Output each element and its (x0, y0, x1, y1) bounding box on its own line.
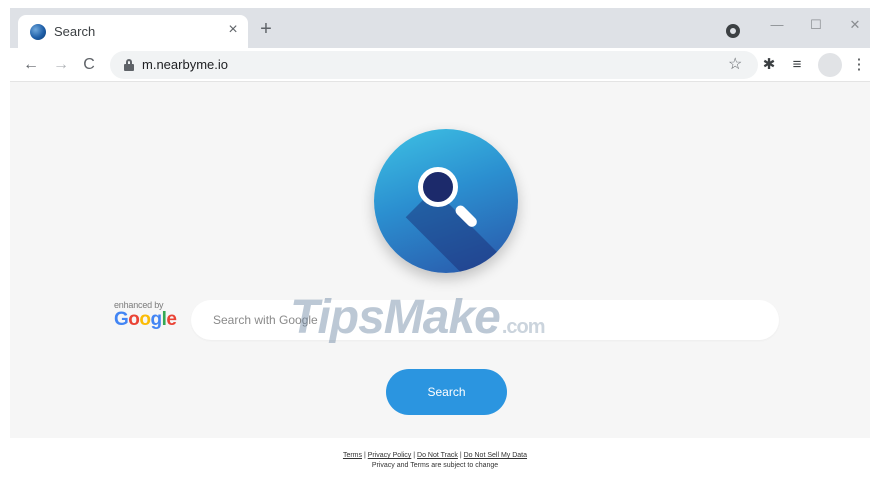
browser-window: Search × + — ☐ ✕ ← → C m.nearbyme.io ☆ ✱… (10, 8, 870, 438)
watermark-text: TipsMake (290, 291, 501, 344)
google-logo: Google (114, 309, 177, 330)
minimize-button[interactable]: — (762, 14, 792, 36)
privacy-policy-link[interactable]: Privacy Policy (368, 452, 412, 459)
address-bar[interactable]: m.nearbyme.io ☆ (110, 51, 758, 79)
enhanced-by-google: enhanced by Google (114, 300, 184, 330)
tab-strip: Search × + — ☐ ✕ (10, 8, 870, 48)
extensions-icon[interactable]: ✱ (758, 54, 780, 76)
page-content: enhanced by Google TipsMake.com Search (10, 83, 870, 438)
terms-link[interactable]: Terms (343, 452, 362, 459)
tab-title: Search (54, 24, 96, 39)
profile-avatar[interactable] (818, 53, 842, 77)
close-window-button[interactable]: ✕ (840, 14, 870, 36)
browser-menu-icon[interactable]: ⋮ (848, 54, 870, 76)
forward-button[interactable]: → (50, 54, 72, 76)
magnifier-logo-icon (374, 129, 518, 273)
footer-links: Terms | Privacy Policy | Do Not Track | … (342, 452, 528, 459)
search-button[interactable]: Search (386, 369, 507, 415)
lock-icon[interactable] (124, 59, 134, 71)
footer-note: Privacy and Terms are subject to change (371, 462, 499, 469)
footer: Terms | Privacy Policy | Do Not Track | … (0, 452, 870, 469)
url-text[interactable]: m.nearbyme.io (142, 57, 228, 72)
back-button[interactable]: ← (20, 54, 42, 76)
do-not-track-link[interactable]: Do Not Track (417, 452, 458, 459)
watermark: TipsMake .com (290, 290, 546, 345)
browser-toolbar: ← → C m.nearbyme.io ☆ ✱ ≡ ⋮ (10, 48, 870, 82)
media-control-icon[interactable] (726, 24, 740, 38)
reload-button[interactable]: C (78, 54, 100, 76)
close-tab-icon[interactable]: × (223, 20, 243, 40)
watermark-suffix: .com (501, 316, 546, 338)
reading-list-icon[interactable]: ≡ (786, 54, 808, 76)
tab-search[interactable]: Search × (18, 15, 248, 48)
globe-icon (30, 24, 46, 40)
new-tab-button[interactable]: + (256, 19, 276, 40)
maximize-button[interactable]: ☐ (801, 14, 831, 36)
do-not-sell-link[interactable]: Do Not Sell My Data (464, 452, 527, 459)
bookmark-star-icon[interactable]: ☆ (728, 54, 742, 74)
